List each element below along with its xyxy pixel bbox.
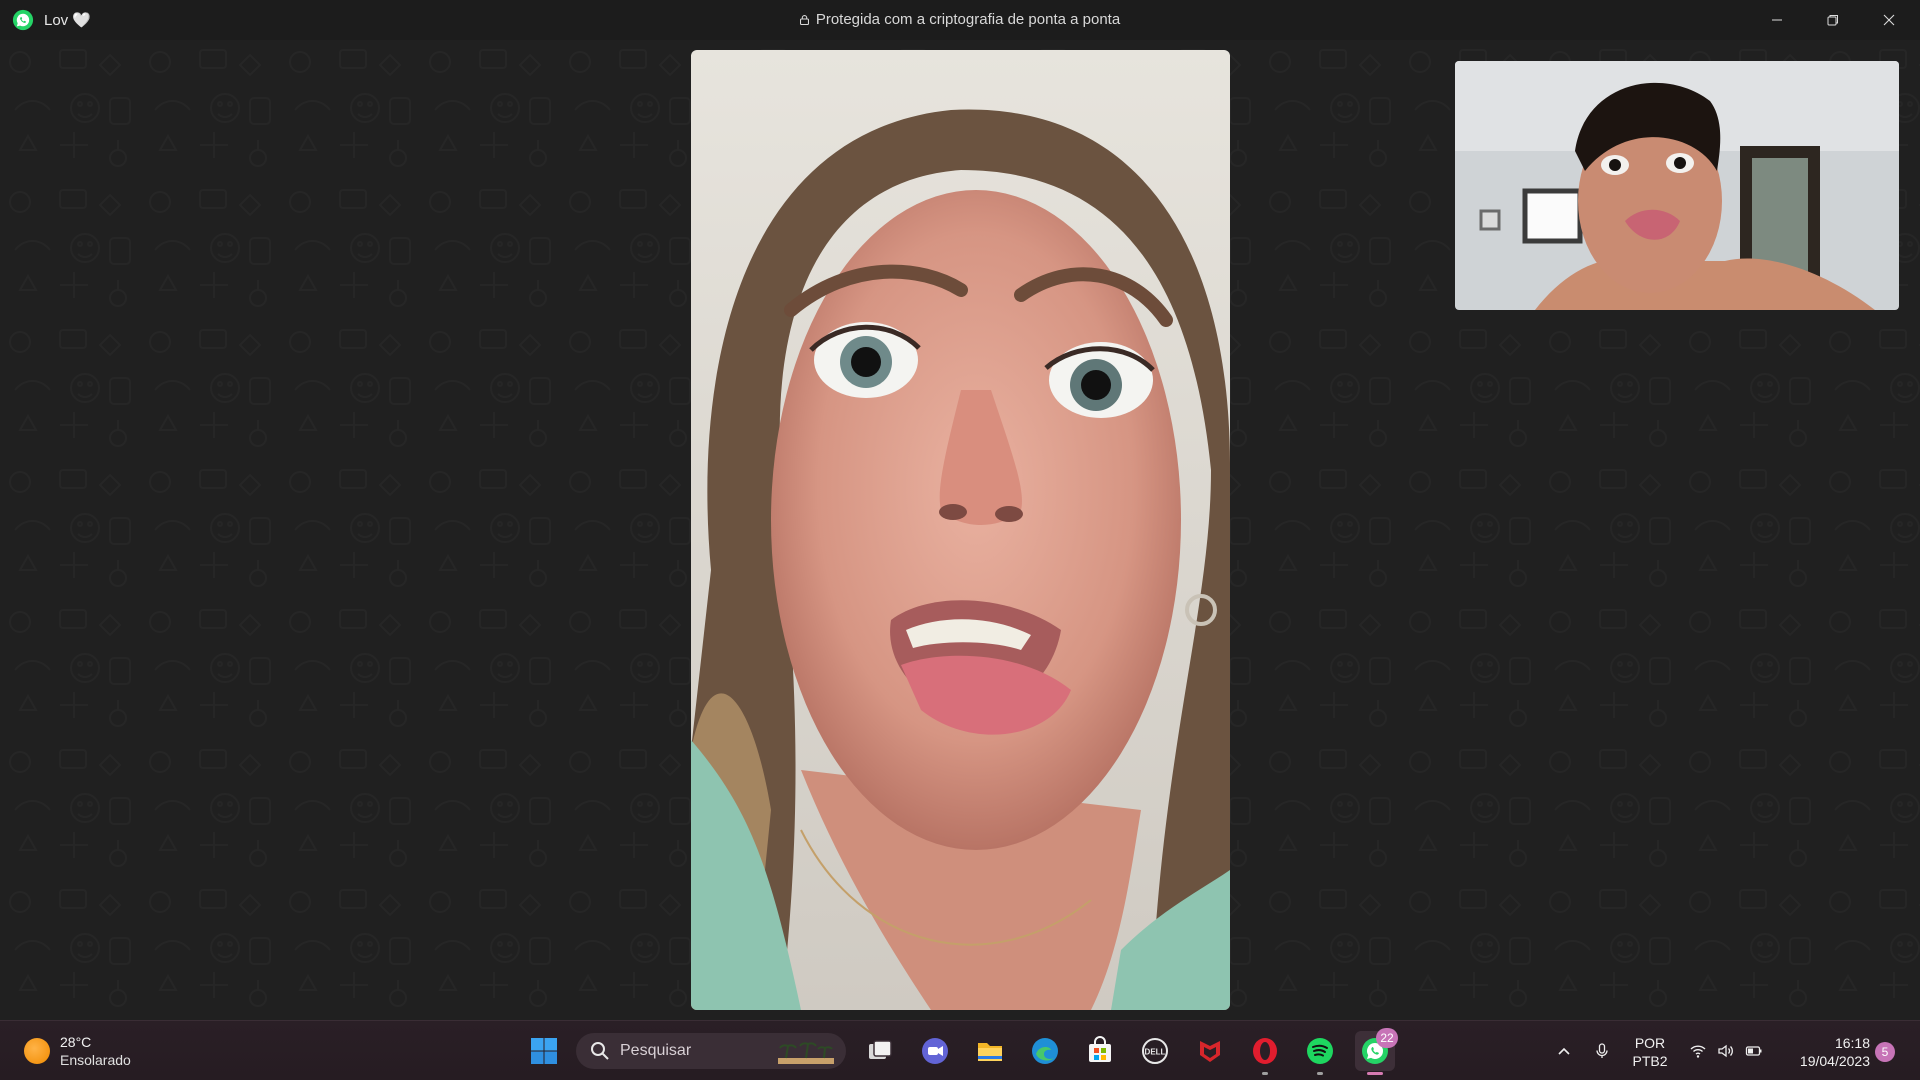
mcafee-button[interactable] — [1190, 1031, 1230, 1071]
microphone-button[interactable] — [1590, 1031, 1614, 1071]
opera-button[interactable] — [1245, 1031, 1285, 1075]
search-highlight-icon — [778, 1042, 834, 1064]
dell-button[interactable]: DELL — [1135, 1031, 1175, 1071]
whatsapp-taskbar-button[interactable]: 22 — [1355, 1028, 1398, 1075]
lock-icon — [799, 15, 809, 25]
weather-condition: Ensolarado — [60, 1052, 131, 1068]
running-indicator — [1317, 1072, 1323, 1075]
battery-icon — [1745, 1046, 1762, 1056]
notification-badge[interactable]: 5 — [1875, 1042, 1895, 1062]
microsoft-store-icon — [1089, 1036, 1111, 1062]
weather-temperature: 28°C — [60, 1034, 92, 1050]
self-preview-video — [1455, 61, 1899, 310]
mcafee-icon — [1200, 1041, 1220, 1062]
edge-button[interactable] — [1025, 1031, 1065, 1071]
taskbar: 28°C Ensolarado Pesquisar DELL 22 POR PT… — [0, 1020, 1920, 1080]
minimize-icon — [1772, 19, 1782, 21]
volume-icon — [1718, 1044, 1733, 1058]
teams-meet-button[interactable] — [915, 1031, 955, 1071]
spotify-icon — [1307, 1038, 1333, 1064]
keyboard-layout: PTB2 — [1632, 1053, 1668, 1069]
wifi-button[interactable] — [1686, 1031, 1710, 1071]
running-indicator — [1262, 1072, 1268, 1075]
edge-icon — [1032, 1038, 1058, 1064]
taskbar-search[interactable]: Pesquisar — [576, 1033, 846, 1069]
start-button[interactable] — [524, 1031, 564, 1071]
opera-icon — [1253, 1038, 1277, 1064]
language-indicator[interactable]: POR PTB2 — [1628, 1034, 1672, 1070]
unread-badge: 22 — [1376, 1028, 1398, 1048]
restore-button[interactable] — [1805, 0, 1861, 40]
show-hidden-icons-button[interactable] — [1552, 1031, 1576, 1071]
teams-meet-icon — [922, 1038, 948, 1064]
svg-text:DELL: DELL — [1145, 1048, 1166, 1057]
contact-name: Lov 🤍 — [44, 12, 92, 29]
language-code: POR — [1634, 1035, 1666, 1051]
close-button[interactable] — [1861, 0, 1917, 40]
volume-button[interactable] — [1714, 1031, 1738, 1071]
microphone-icon — [1596, 1043, 1608, 1058]
encryption-text: Protegida com a criptografia de ponta a … — [815, 11, 1121, 28]
chevron-up-icon — [1558, 1047, 1570, 1055]
task-view-button[interactable] — [860, 1031, 900, 1071]
clock-time: 16:18 — [1834, 1035, 1870, 1051]
search-label: Pesquisar — [620, 1042, 692, 1059]
running-indicator — [1367, 1072, 1383, 1075]
close-icon — [1883, 14, 1895, 26]
search-icon — [591, 1042, 609, 1060]
microsoft-store-button[interactable] — [1080, 1031, 1120, 1071]
weather-widget[interactable]: 28°C Ensolarado — [24, 1033, 131, 1069]
restore-icon — [1827, 15, 1838, 26]
remote-face-image — [691, 50, 1230, 1010]
start-icon — [531, 1038, 557, 1064]
file-explorer-button[interactable] — [970, 1031, 1010, 1071]
whatsapp-icon — [12, 9, 34, 31]
battery-button[interactable] — [1742, 1031, 1766, 1071]
dell-icon: DELL — [1142, 1038, 1168, 1064]
spotify-button[interactable] — [1300, 1031, 1340, 1075]
title-bar: Lov 🤍 Protegida com a criptografia de po… — [0, 0, 1920, 40]
minimize-button[interactable] — [1749, 0, 1805, 40]
task-view-icon — [869, 1040, 892, 1059]
call-area — [0, 40, 1920, 1020]
self-face-image — [1455, 61, 1899, 310]
sun-icon — [24, 1038, 50, 1064]
remote-participant-video — [691, 50, 1230, 1010]
encryption-notice: Protegida com a criptografia de ponta a … — [0, 11, 1920, 28]
clock-date: 19/04/2023 — [1799, 1053, 1870, 1069]
file-explorer-icon — [978, 1043, 1002, 1061]
clock[interactable]: 16:18 19/04/2023 — [1780, 1034, 1870, 1070]
wifi-icon — [1690, 1045, 1706, 1058]
